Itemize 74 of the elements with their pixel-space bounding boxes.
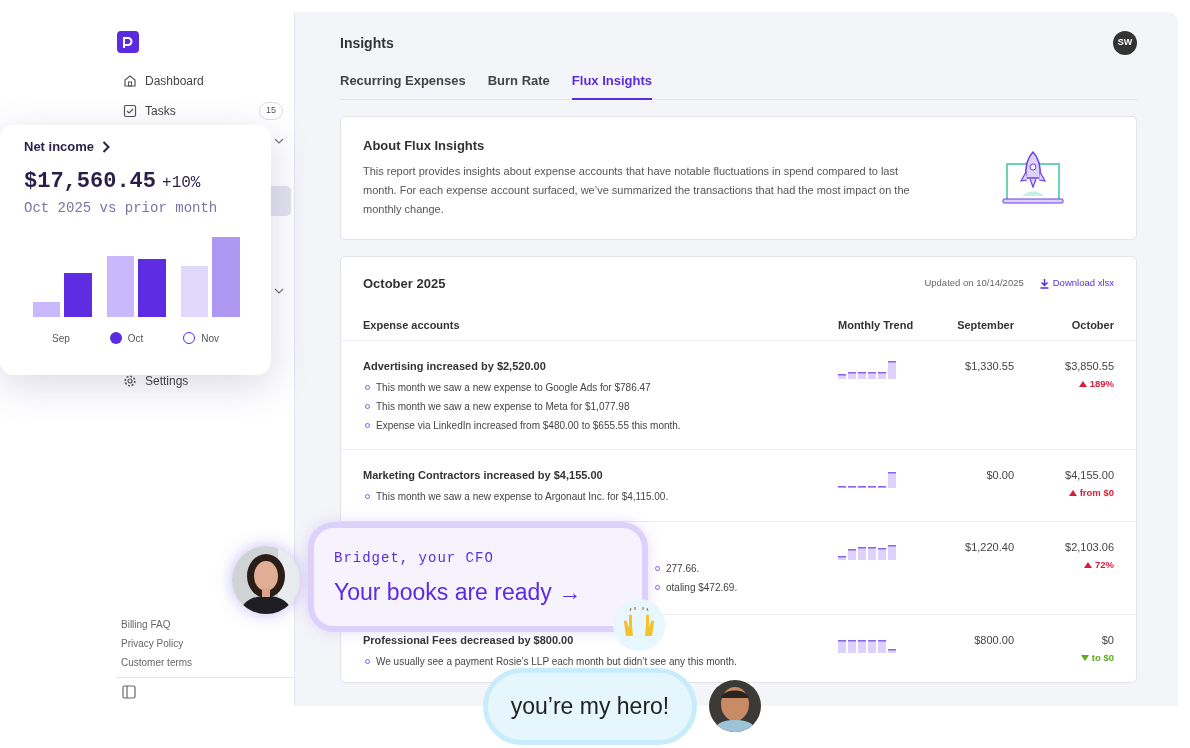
chevron-right-icon[interactable]: [102, 140, 111, 153]
bullet-text: 277.66.: [666, 561, 700, 576]
legend-label: Nov: [201, 331, 219, 346]
description: This report provides insights about expense accounts that have notable fluctuations in spend compared to last month. For each expense account surfaced, we’ve summarized the transactions that had the most impact on the monthly change.: [363, 163, 911, 217]
footer-link[interactable]: Customer terms: [121, 653, 294, 672]
percent-change: +10%: [162, 173, 201, 192]
chart-bar: [107, 255, 134, 317]
message-bubble[interactable]: you’re my hero!: [483, 668, 697, 745]
change-value: to $0: [1091, 650, 1114, 665]
chevron-down-icon[interactable]: [274, 138, 284, 144]
amount: $17,560.45: [24, 168, 157, 194]
change-value: from $0: [1079, 485, 1114, 500]
column-header: September: [956, 317, 1014, 333]
home-icon: [123, 74, 137, 88]
card-title: About Flux Insights: [363, 137, 486, 156]
up-triangle-icon: [1068, 488, 1077, 497]
account-title: Advertising increased by $2,520.00: [363, 358, 547, 374]
checkbox-icon: [123, 104, 137, 118]
cell-value: $0.00: [985, 467, 1014, 483]
cell-value: $800.00: [973, 632, 1014, 648]
account-title: Marketing Contractors increased by $4,155.00: [363, 467, 604, 483]
trend-sparkline: [838, 359, 898, 380]
chevron-down-icon[interactable]: [274, 288, 284, 294]
down-triangle-icon: [1080, 653, 1089, 662]
bullet-text: This month we saw a new expense to Argonaut Inc. for $4,115.00.: [376, 489, 669, 504]
cell-value: $1,330.55: [964, 358, 1014, 374]
column-header: October: [1070, 317, 1114, 333]
up-triangle-icon: [1084, 560, 1092, 569]
tab[interactable]: Recurring Expenses: [340, 63, 466, 100]
user-avatar[interactable]: SW: [1113, 31, 1137, 55]
change-value: 72%: [1095, 557, 1114, 572]
sidebar-item[interactable]: Settings: [145, 372, 283, 390]
column-header: Monthly Trend: [838, 317, 915, 333]
chart-bar: [64, 272, 92, 317]
message-text: Your books are ready →: [334, 578, 583, 607]
app-logo[interactable]: [117, 31, 139, 53]
chart-bar: [138, 258, 166, 317]
tab[interactable]: Burn Rate: [487, 63, 550, 100]
download-icon: [1039, 278, 1049, 289]
download-link[interactable]: Download xlsx: [1039, 276, 1114, 291]
tab[interactable]: Flux Insights: [571, 63, 652, 100]
updated-date: Updated on 10/14/2025: [924, 276, 1024, 291]
sidebar-item[interactable]: Tasks: [145, 102, 251, 120]
rocket-laptop-drawing: [1002, 149, 1064, 206]
footer-link[interactable]: Billing FAQ: [121, 615, 294, 634]
sidebar-toggle-icon[interactable]: [122, 685, 136, 699]
page-title: Insights: [340, 33, 394, 53]
message-text: you’re my hero!: [510, 692, 670, 722]
message-bubble[interactable]: Bridget, your CFO Your books are ready →: [308, 522, 648, 632]
legend-label: Sep: [52, 331, 70, 346]
chart-bar: [181, 265, 208, 317]
account-title: Professional Fees decreased by $800.00: [363, 632, 575, 648]
up-triangle-icon: [1078, 379, 1087, 388]
legend-label: Oct: [127, 331, 144, 346]
bullet-text: We usually see a payment Rosie’s LLP each month but didn’t see any this month.: [376, 654, 737, 669]
cell-value: $0: [1100, 632, 1114, 648]
change-value: 189%: [1089, 376, 1114, 391]
bullet-text: This month we saw a new expense to Google Ads for $786.47: [376, 380, 651, 395]
subtitle: Oct 2025 vs prior month: [24, 198, 219, 218]
cell-value: $4,155.00: [1064, 467, 1114, 483]
chart-bar: [33, 301, 60, 317]
settings-icon: [123, 374, 137, 388]
bullet-text: Expense via LinkedIn increased from $480.00 to $655.55 this month.: [376, 418, 681, 433]
footer-link[interactable]: Privacy Policy: [121, 634, 294, 653]
card-title: October 2025: [363, 274, 447, 293]
bullet-text: otaling $472.69.: [666, 580, 738, 595]
cell-value: $2,103.06: [1064, 539, 1114, 555]
bullet-text: This month we saw a new expense to Meta for $1,077.98: [376, 399, 630, 414]
cell-value: $3,850.55: [1064, 358, 1114, 374]
sender-caption: Bridget, your CFO: [334, 549, 495, 568]
sidebar-item[interactable]: Dashboard: [145, 72, 283, 90]
column-header: Expense accounts: [363, 317, 461, 333]
cell-value: $1,220.40: [964, 539, 1014, 555]
card-title[interactable]: Net income: [24, 137, 95, 157]
